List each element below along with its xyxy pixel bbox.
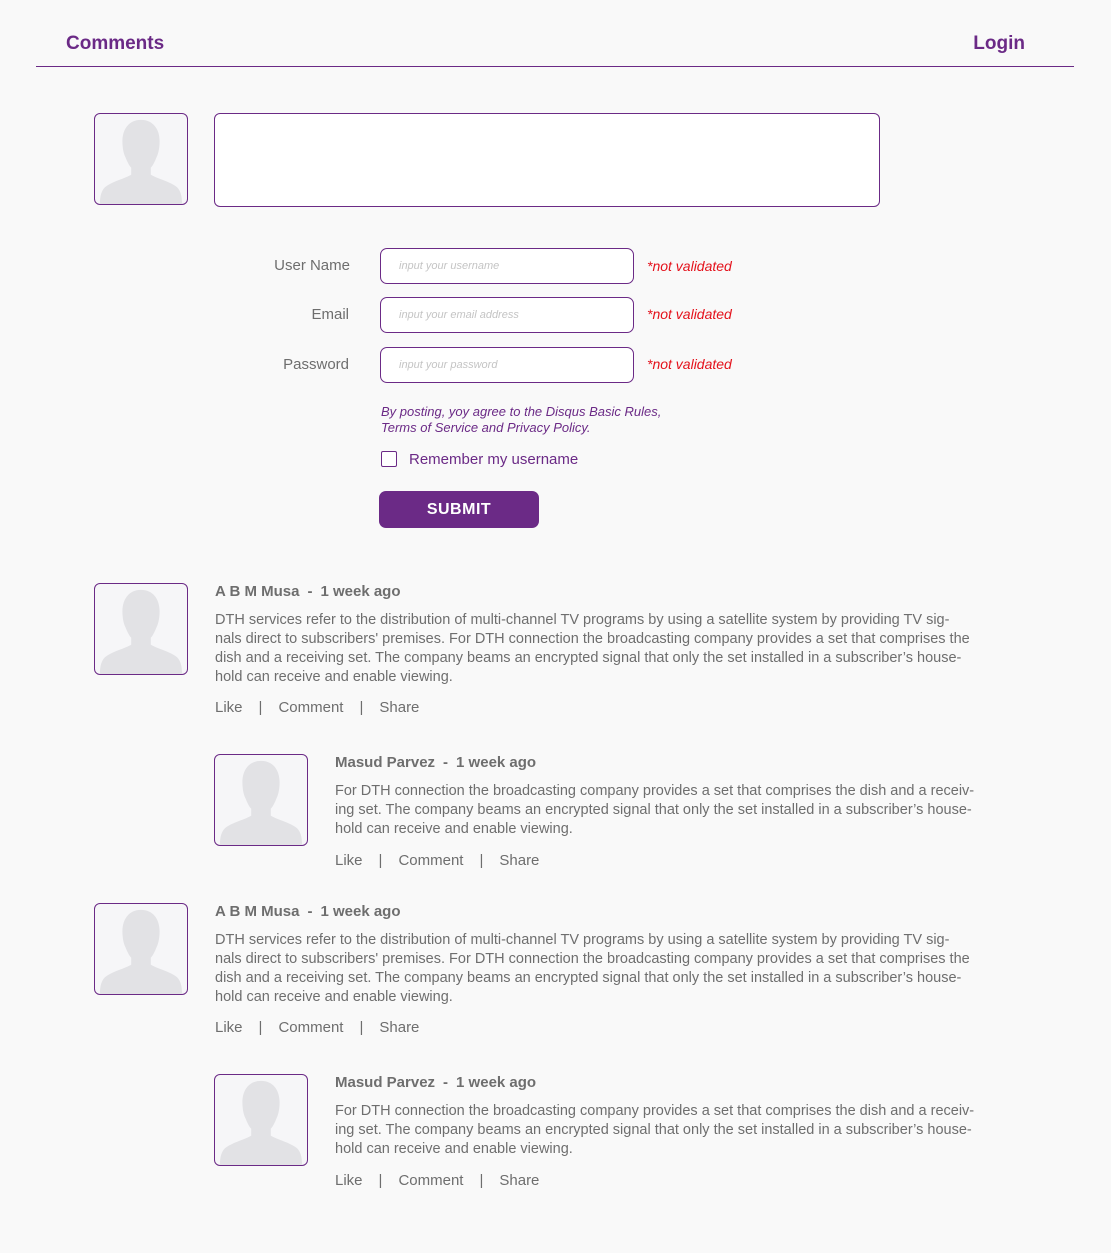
commenter-avatar-icon (94, 903, 188, 995)
remember-username-toggle[interactable]: Remember my username (381, 450, 578, 468)
reply-timestamp: 1 week ago (456, 754, 537, 771)
comment-button[interactable]: Comment (278, 699, 343, 716)
password-validation-status: *not validated (647, 356, 732, 372)
action-separator: | (479, 852, 484, 869)
header-separator: - (443, 754, 449, 771)
reply-avatar-icon (214, 754, 308, 846)
header-separator: - (443, 1074, 449, 1091)
checkbox-unchecked-icon[interactable] (381, 451, 397, 467)
header-bar: Comments Login (36, 0, 1074, 67)
comment-actions: Like | Comment | Share (215, 699, 419, 716)
reply-author[interactable]: Masud Parvez (335, 754, 435, 771)
email-field[interactable] (380, 297, 634, 333)
like-button[interactable]: Like (335, 852, 363, 869)
action-separator: | (479, 1172, 484, 1189)
email-validation-status: *not validated (647, 306, 732, 322)
login-link[interactable]: Login (973, 33, 1025, 55)
comment-button[interactable]: Comment (398, 852, 463, 869)
reply-line: ing set. The company beams an encrypted … (335, 802, 972, 818)
share-button[interactable]: Share (499, 1172, 539, 1189)
reply-timestamp: 1 week ago (456, 1074, 537, 1091)
action-separator: | (258, 699, 263, 716)
reply-actions: Like | Comment | Share (335, 1172, 539, 1189)
reply-line: hold can receive and enable viewing. (335, 821, 573, 837)
username-field[interactable] (380, 248, 634, 284)
reply-line: hold can receive and enable viewing. (335, 1141, 573, 1157)
terms-notice: By posting, yoy agree to the Disqus Basi… (381, 404, 701, 436)
reply-body: For DTH connection the broadcasting comp… (335, 782, 974, 839)
action-separator: | (258, 1019, 263, 1036)
share-button[interactable]: Share (379, 699, 419, 716)
comment-author[interactable]: A B M Musa (215, 583, 299, 600)
password-label: Password (283, 356, 349, 373)
like-button[interactable]: Like (215, 699, 243, 716)
comment-actions: Like | Comment | Share (215, 1019, 419, 1036)
like-button[interactable]: Like (335, 1172, 363, 1189)
comment-line: hold can receive and enable viewing. (215, 669, 453, 685)
comment-line: dish and a receiving set. The company be… (215, 650, 962, 666)
reply-line: For DTH connection the broadcasting comp… (335, 1103, 975, 1119)
submit-button[interactable]: SUBMIT (379, 491, 539, 528)
terms-line: By posting, yoy agree to the Disqus Basi… (381, 404, 662, 419)
reply-author[interactable]: Masud Parvez (335, 1074, 435, 1091)
reply-actions: Like | Comment | Share (335, 852, 539, 869)
action-separator: | (378, 852, 383, 869)
comment-button[interactable]: Comment (278, 1019, 343, 1036)
reply-avatar-icon (214, 1074, 308, 1166)
comment-line: nals direct to subscribers' premises. Fo… (215, 631, 970, 647)
comment-button[interactable]: Comment (398, 1172, 463, 1189)
comment-textarea[interactable] (214, 113, 880, 207)
remember-username-label: Remember my username (409, 450, 579, 468)
comment-line: DTH services refer to the distribution o… (215, 612, 950, 628)
action-separator: | (378, 1172, 383, 1189)
reply-header: Masud Parvez -1 week ago (335, 1074, 536, 1091)
comment-body: DTH services refer to the distribution o… (215, 611, 970, 687)
comment-header: A B M Musa -1 week ago (215, 583, 401, 600)
username-validation-status: *not validated (647, 258, 732, 274)
share-button[interactable]: Share (379, 1019, 419, 1036)
comment-line: DTH services refer to the distribution o… (215, 932, 950, 948)
comment-timestamp: 1 week ago (320, 903, 401, 920)
action-separator: | (359, 1019, 364, 1036)
header-separator: - (307, 583, 313, 600)
username-label: User Name (274, 257, 350, 274)
action-separator: | (359, 699, 364, 716)
reply-body: For DTH connection the broadcasting comp… (335, 1102, 974, 1159)
comment-line: nals direct to subscribers' premises. Fo… (215, 951, 970, 967)
commenter-avatar-icon (94, 583, 188, 675)
password-field[interactable] (380, 347, 634, 383)
terms-line: Terms of Service and Privacy Policy. (381, 420, 591, 435)
page-title: Comments (66, 33, 165, 54)
comment-line: dish and a receiving set. The company be… (215, 970, 962, 986)
reply-header: Masud Parvez -1 week ago (335, 754, 536, 771)
comment-body: DTH services refer to the distribution o… (215, 931, 970, 1007)
comment-author[interactable]: A B M Musa (215, 903, 299, 920)
share-button[interactable]: Share (499, 852, 539, 869)
composer-avatar-icon (94, 113, 188, 205)
header-separator: - (307, 903, 313, 920)
reply-line: ing set. The company beams an encrypted … (335, 1122, 972, 1138)
reply-line: For DTH connection the broadcasting comp… (335, 783, 975, 799)
email-label: Email (311, 306, 349, 323)
comment-timestamp: 1 week ago (320, 583, 401, 600)
comment-line: hold can receive and enable viewing. (215, 989, 453, 1005)
like-button[interactable]: Like (215, 1019, 243, 1036)
comment-header: A B M Musa -1 week ago (215, 903, 401, 920)
